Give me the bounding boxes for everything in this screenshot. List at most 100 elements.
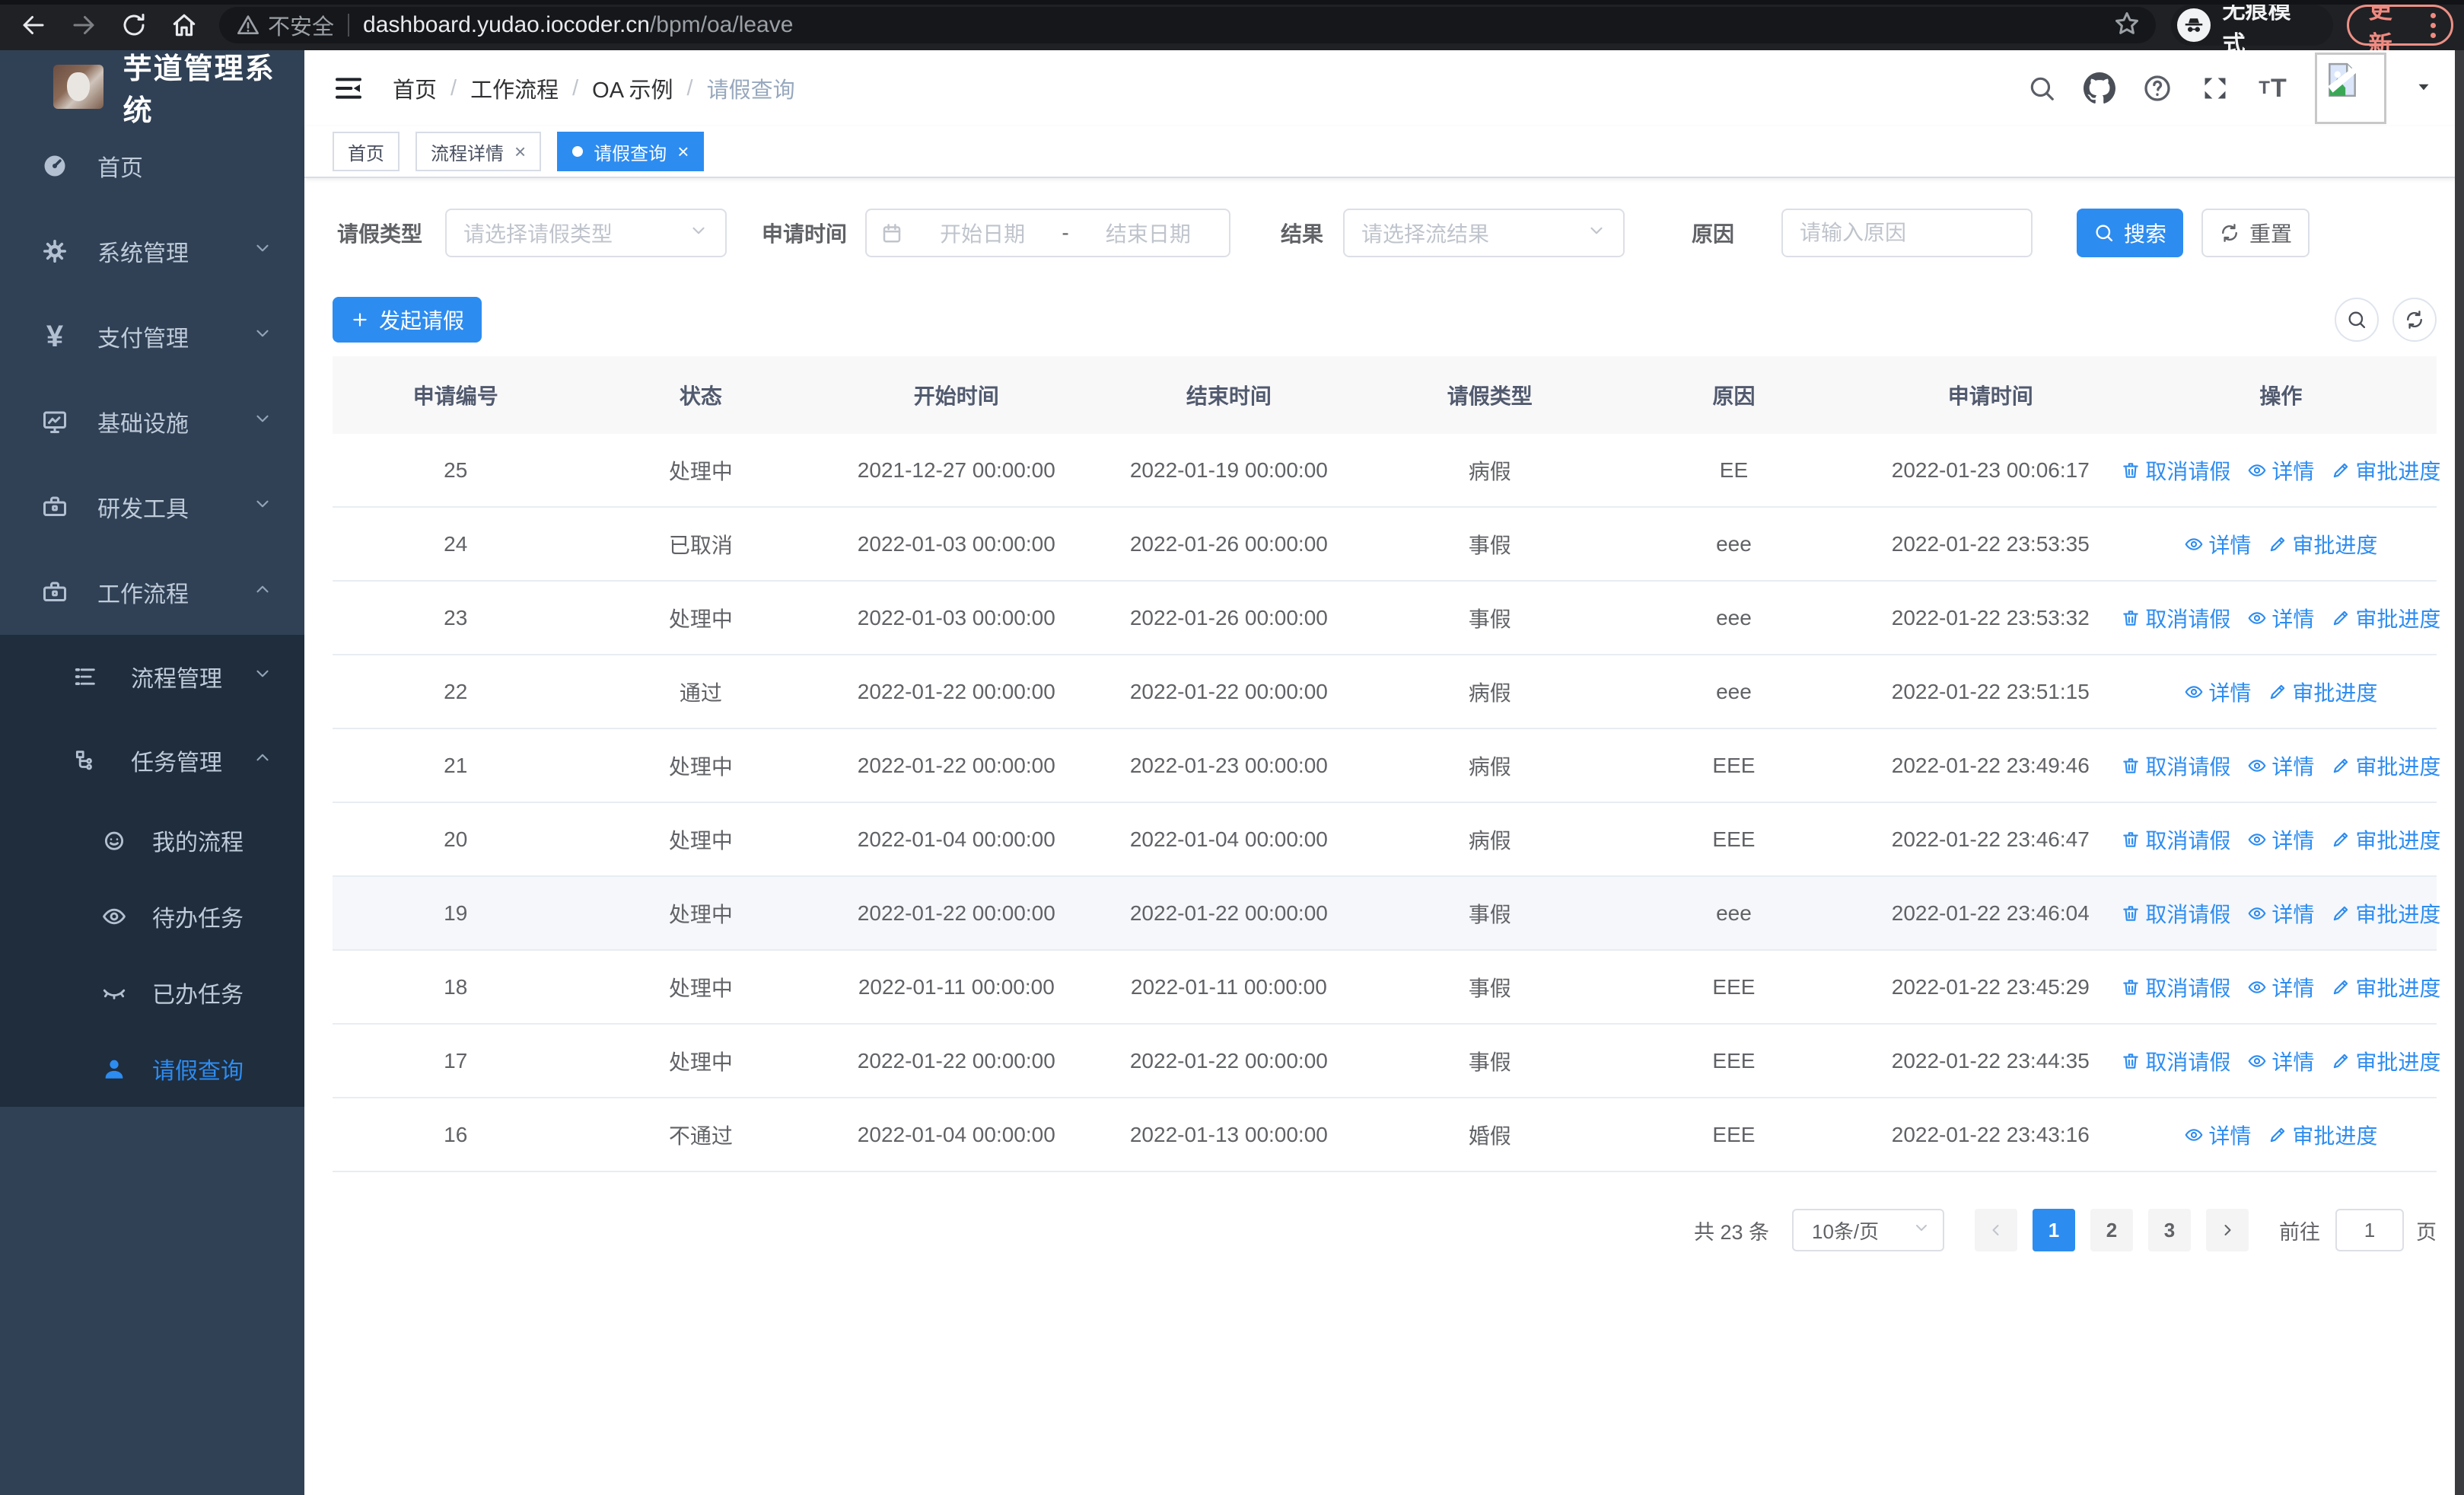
page-button-2[interactable]: 2 bbox=[2090, 1209, 2133, 1251]
detail-link[interactable]: 详情 bbox=[2247, 1046, 2314, 1076]
sidebar-item-infra[interactable]: 基础设施 bbox=[0, 379, 304, 464]
cell-start-time: 2022-01-04 00:00:00 bbox=[857, 1122, 1055, 1146]
home-icon[interactable] bbox=[169, 10, 199, 40]
cell-leave-type: 事假 bbox=[1468, 533, 1511, 557]
view-icon bbox=[2185, 685, 2203, 698]
goto-label: 前往 bbox=[2279, 1220, 2320, 1244]
search-icon[interactable] bbox=[2026, 72, 2058, 104]
toolbox-icon bbox=[40, 493, 70, 521]
caret-down-icon[interactable] bbox=[2414, 77, 2434, 100]
sidebar-item-todo-tasks[interactable]: 待办任务 bbox=[0, 878, 304, 955]
cell-end-time: 2022-01-11 00:00:00 bbox=[1130, 974, 1327, 999]
start-date-placeholder: 开始日期 bbox=[940, 222, 1026, 246]
github-icon[interactable] bbox=[2084, 72, 2115, 104]
refresh-table-button[interactable] bbox=[2392, 298, 2437, 342]
tab-leave-query[interactable]: 请假查询 × bbox=[557, 132, 705, 171]
page-button-3[interactable]: 3 bbox=[2148, 1209, 2191, 1251]
approval-progress-link[interactable]: 审批进度 bbox=[2331, 603, 2440, 633]
approval-progress-link[interactable]: 审批进度 bbox=[2331, 898, 2440, 929]
avatar[interactable] bbox=[2315, 53, 2386, 124]
approval-progress-link[interactable]: 审批进度 bbox=[2268, 677, 2377, 707]
col-start: 开始时间 bbox=[913, 384, 999, 408]
cell-start-time: 2022-01-22 00:00:00 bbox=[857, 679, 1055, 703]
reload-icon[interactable] bbox=[119, 10, 149, 40]
collapse-sidebar-icon[interactable] bbox=[332, 72, 365, 105]
close-icon[interactable]: × bbox=[514, 142, 526, 161]
approval-progress-link[interactable]: 审批进度 bbox=[2331, 972, 2440, 1003]
security-warning[interactable]: 不安全 bbox=[236, 9, 334, 41]
sidebar-item-workflow[interactable]: 工作流程 bbox=[0, 550, 304, 635]
address-bar[interactable]: 不安全 dashboard.yudao.iocoder.cn/bpm/oa/le… bbox=[219, 7, 2156, 43]
apply-time-range-picker[interactable]: 开始日期 - 结束日期 bbox=[865, 209, 1230, 257]
approval-progress-link[interactable]: 审批进度 bbox=[2331, 455, 2440, 486]
sidebar-item-leave-query[interactable]: 请假查询 bbox=[0, 1031, 304, 1107]
detail-link[interactable]: 详情 bbox=[2184, 529, 2251, 559]
cell-actions: 取消请假 详情 审批进度 bbox=[2123, 455, 2440, 486]
fullscreen-icon[interactable] bbox=[2199, 72, 2231, 104]
cancel-leave-link[interactable]: 取消请假 bbox=[2121, 1046, 2230, 1076]
help-icon[interactable] bbox=[2141, 72, 2173, 104]
back-icon[interactable] bbox=[18, 10, 49, 40]
approval-progress-link[interactable]: 审批进度 bbox=[2331, 824, 2440, 855]
detail-link[interactable]: 详情 bbox=[2247, 603, 2314, 633]
top-navbar: 首页 / 工作流程 / OA 示例 / 请假查询 T T bbox=[304, 50, 2464, 126]
edit-icon bbox=[2334, 980, 2348, 994]
tab-home[interactable]: 首页 bbox=[333, 132, 400, 171]
detail-link[interactable]: 详情 bbox=[2247, 898, 2314, 929]
prev-page-button[interactable] bbox=[1975, 1209, 2017, 1251]
cell-status: 处理中 bbox=[668, 459, 733, 483]
sidebar-item-devtools[interactable]: 研发工具 bbox=[0, 464, 304, 550]
page-button-1[interactable]: 1 bbox=[2033, 1209, 2075, 1251]
breadcrumb-oa[interactable]: OA 示例 bbox=[592, 72, 673, 104]
sidebar-item-payment[interactable]: ¥ 支付管理 bbox=[0, 294, 304, 379]
approval-progress-link[interactable]: 审批进度 bbox=[2331, 751, 2440, 781]
page-size-select[interactable]: 10条/页 bbox=[1792, 1209, 1944, 1251]
browser-update-button[interactable]: 更新 bbox=[2346, 0, 2453, 58]
browser-menu-icon[interactable] bbox=[2431, 12, 2436, 38]
toggle-search-button[interactable] bbox=[2335, 298, 2379, 342]
breadcrumb: 首页 / 工作流程 / OA 示例 / 请假查询 bbox=[393, 72, 795, 104]
approval-progress-link[interactable]: 审批进度 bbox=[2268, 529, 2377, 559]
cell-end-time: 2022-01-26 00:00:00 bbox=[1129, 531, 1328, 556]
detail-link[interactable]: 详情 bbox=[2247, 824, 2314, 855]
create-leave-button[interactable]: 发起请假 bbox=[333, 297, 482, 343]
detail-link[interactable]: 详情 bbox=[2247, 751, 2314, 781]
cancel-leave-link[interactable]: 取消请假 bbox=[2121, 455, 2230, 486]
cancel-leave-link[interactable]: 取消请假 bbox=[2121, 898, 2230, 929]
result-select[interactable]: 请选择流结果 bbox=[1343, 209, 1625, 257]
sidebar-item-process-mgmt[interactable]: 流程管理 bbox=[0, 635, 304, 719]
breadcrumb-home[interactable]: 首页 bbox=[393, 72, 437, 104]
cancel-leave-link[interactable]: 取消请假 bbox=[2121, 603, 2230, 633]
detail-link[interactable]: 详情 bbox=[2247, 972, 2314, 1003]
cancel-leave-link[interactable]: 取消请假 bbox=[2121, 824, 2230, 855]
approval-progress-link[interactable]: 审批进度 bbox=[2268, 1120, 2377, 1150]
bookmark-star-icon[interactable] bbox=[2113, 10, 2141, 41]
sidebar-item-system[interactable]: 系统管理 bbox=[0, 209, 304, 294]
app-logo-row[interactable]: 芋道管理系统 bbox=[0, 50, 304, 127]
sidebar-item-home[interactable]: 首页 bbox=[0, 123, 304, 209]
sidebar-item-done-tasks[interactable]: 已办任务 bbox=[0, 955, 304, 1031]
search-button[interactable]: 搜索 bbox=[2077, 209, 2183, 257]
detail-link[interactable]: 详情 bbox=[2184, 677, 2251, 707]
goto-page-input[interactable] bbox=[2335, 1209, 2404, 1251]
sidebar-item-my-process[interactable]: 我的流程 bbox=[0, 802, 304, 878]
reset-button[interactable]: 重置 bbox=[2201, 209, 2310, 257]
breadcrumb-workflow[interactable]: 工作流程 bbox=[470, 72, 559, 104]
leave-type-select[interactable]: 请选择请假类型 bbox=[445, 209, 727, 257]
breadcrumb-current: 请假查询 bbox=[706, 78, 795, 103]
detail-link[interactable]: 详情 bbox=[2247, 455, 2314, 486]
cancel-leave-link[interactable]: 取消请假 bbox=[2121, 972, 2230, 1003]
sidebar-item-label: 支付管理 bbox=[97, 327, 189, 352]
close-icon[interactable]: × bbox=[677, 142, 689, 161]
app-logo bbox=[53, 65, 103, 109]
approval-progress-link[interactable]: 审批进度 bbox=[2331, 1046, 2440, 1076]
cancel-leave-link[interactable]: 取消请假 bbox=[2121, 751, 2230, 781]
reason-input[interactable] bbox=[1781, 209, 2033, 257]
detail-link[interactable]: 详情 bbox=[2184, 1120, 2251, 1150]
tab-process-detail[interactable]: 流程详情 × bbox=[415, 132, 542, 171]
sidebar-item-label: 流程管理 bbox=[131, 667, 222, 692]
forward-icon[interactable] bbox=[68, 10, 99, 40]
font-size-icon[interactable]: TT bbox=[2257, 72, 2289, 104]
sidebar-item-task-mgmt[interactable]: 任务管理 bbox=[0, 719, 304, 802]
next-page-button[interactable] bbox=[2206, 1209, 2249, 1251]
